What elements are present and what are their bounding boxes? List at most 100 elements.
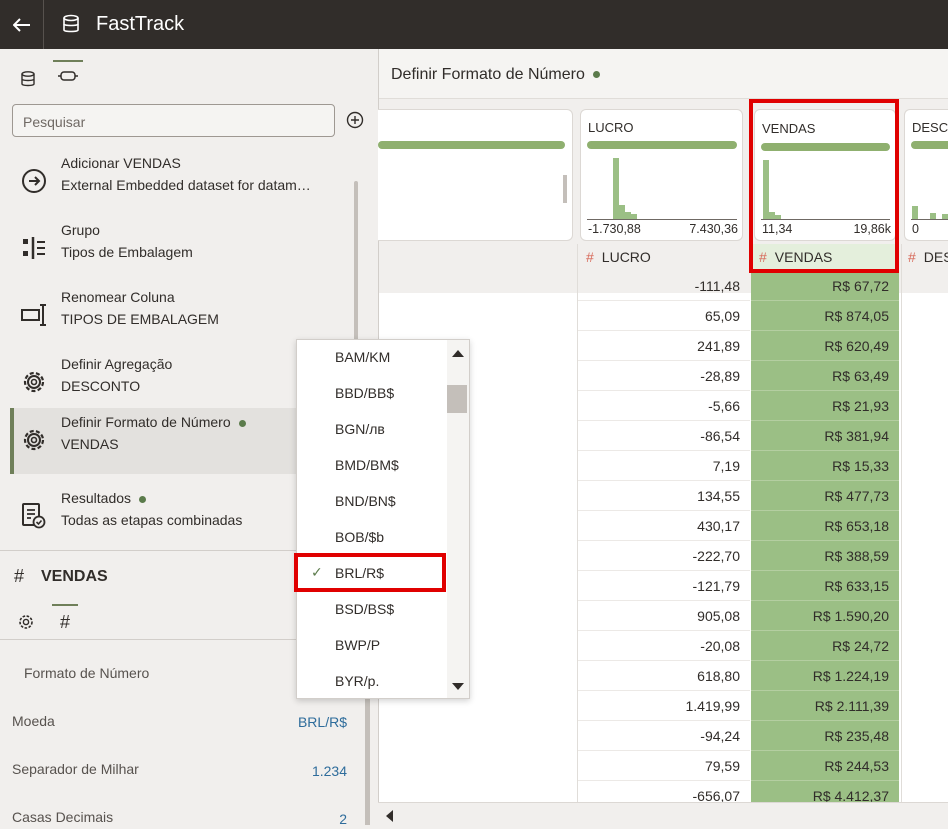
step-subtitle: DESCONTO (61, 378, 141, 394)
scroll-down-icon[interactable] (452, 683, 464, 690)
card-column-name: LUCRO (588, 120, 634, 135)
table-cell-vendas: R$ 24,72 (751, 631, 899, 661)
histogram-bar (912, 206, 918, 219)
number-column-hash-icon: # (14, 566, 25, 586)
step-group[interactable]: Grupo Tipos de Embalagem (10, 216, 298, 282)
add-step-plus-icon[interactable] (346, 111, 364, 129)
column-header-desconto[interactable]: # DES (902, 244, 948, 270)
search-input[interactable]: Pesquisar (12, 104, 335, 137)
step-title: Adicionar VENDAS (61, 155, 181, 171)
dropdown-option[interactable]: BMD/BM$ (297, 448, 447, 484)
vendas-column-cells: R$ 67,72 R$ 874,05 R$ 620,49 R$ 63,49 R$ 21,… (751, 271, 899, 811)
histogram-axis (587, 219, 737, 220)
step-title: Grupo (61, 222, 100, 238)
step-set-aggregation[interactable]: Definir Agregação DESCONTO (10, 350, 298, 416)
selected-column-name: VENDAS (41, 568, 108, 585)
table-cell-lucro: -121,79 (578, 571, 750, 601)
dropdown-option[interactable]: BWP/P (297, 628, 447, 664)
dropdown-option[interactable]: BAM/KM (297, 340, 447, 376)
dropdown-option-label: BAM/KM (335, 349, 391, 365)
number-format-tab[interactable]: # (52, 604, 78, 634)
table-cell-lucro: 7,19 (578, 451, 750, 481)
profile-card-desconto[interactable]: DESCO 0 (904, 109, 948, 241)
column-header-lucro[interactable]: # LUCRO (578, 244, 750, 270)
column-divider (901, 244, 902, 804)
table-cell-lucro: -222,70 (578, 541, 750, 571)
thousands-separator-value-link[interactable]: 1.234 (312, 763, 347, 779)
table-cell-vendas: R$ 653,18 (751, 511, 899, 541)
dropdown-option-label: BSD/BS$ (335, 601, 395, 617)
decimal-places-label: Casas Decimais (12, 809, 114, 825)
step-subtitle: Tipos de Embalagem (61, 244, 193, 260)
card-max-value: 7.430,36 (689, 222, 738, 236)
dropdown-option[interactable]: BBD/BB$ (297, 376, 447, 412)
dropdown-option[interactable]: BGN/лв (297, 412, 447, 448)
table-cell-lucro: -28,89 (578, 361, 750, 391)
steps-icon (58, 71, 78, 81)
steps-tab[interactable] (53, 60, 83, 90)
number-format-section-title: Formato de Número (24, 665, 150, 681)
table-cell-vendas: R$ 381,94 (751, 421, 899, 451)
scroll-up-icon[interactable] (452, 350, 464, 357)
quality-bar (587, 141, 737, 149)
step-results[interactable]: Resultados Todas as etapas combinadas (10, 484, 298, 550)
currency-dropdown-list[interactable]: BAM/KM BBD/BB$ BGN/лв BMD/BM$ BND/BN$ BOB/$b ✓… (296, 339, 470, 699)
card-scrollbar (563, 175, 567, 203)
profile-card-prev[interactable] (378, 109, 573, 241)
profile-card-lucro[interactable]: LUCRO -1.730,88 7.430,36 (580, 109, 743, 241)
table-cell-lucro: -94,24 (578, 721, 750, 751)
preview-header: Definir Formato de Número (379, 49, 948, 99)
dropdown-option-label: BYR/p. (335, 673, 380, 689)
dropdown-option-label: BMD/BM$ (335, 457, 399, 473)
data-tab-database-icon[interactable] (18, 70, 38, 88)
step-title-text: Definir Formato de Número (61, 414, 231, 430)
dropdown-option-label: BOB/$b (335, 529, 385, 545)
step-title: Resultados (61, 490, 147, 506)
table-cell-vendas: R$ 2.111,39 (751, 691, 899, 721)
table-cell-vendas: R$ 244,53 (751, 751, 899, 781)
dropdown-option[interactable]: BSD/BS$ (297, 592, 447, 628)
dropdown-option-label: BGN/лв (335, 421, 385, 437)
back-button[interactable] (0, 0, 44, 49)
dropdown-scroll-thumb[interactable] (447, 385, 467, 413)
back-arrow-icon (12, 17, 30, 32)
step-title: Renomear Coluna (61, 289, 175, 305)
table-cell-lucro: 79,59 (578, 751, 750, 781)
table-cell-lucro: -86,54 (578, 421, 750, 451)
table-cell-lucro: 430,17 (578, 511, 750, 541)
group-icon (23, 237, 45, 259)
dropdown-option-label: BWP/P (335, 637, 381, 653)
quality-bar (911, 141, 948, 149)
dropdown-option[interactable]: BND/BN$ (297, 484, 447, 520)
table-cell-vendas: R$ 1.590,20 (751, 601, 899, 631)
table-cell-vendas: R$ 620,49 (751, 331, 899, 361)
table-cell-vendas: R$ 477,73 (751, 481, 899, 511)
scroll-left-icon[interactable] (386, 810, 393, 822)
gear-icon (23, 371, 45, 393)
table-cell-lucro: -20,08 (578, 631, 750, 661)
step-add-vendas[interactable]: Adicionar VENDAS External Embedded datas… (10, 149, 311, 215)
decimal-places-value-link[interactable]: 2 (339, 811, 347, 827)
currency-value-link[interactable]: BRL/R$ (298, 714, 347, 730)
quality-bar (378, 141, 565, 149)
top-bar: FastTrack (0, 0, 948, 49)
card-min-value: 0 (912, 222, 919, 236)
dropdown-option[interactable]: BOB/$b (297, 520, 447, 556)
step-set-number-format[interactable]: Definir Formato de Número VENDAS (10, 408, 298, 474)
step-rename-column[interactable]: Renomear Coluna TIPOS DE EMBALAGEM (10, 283, 298, 349)
dropdown-option[interactable]: BYR/p. (297, 664, 447, 698)
general-tab-gear-icon[interactable] (18, 614, 34, 630)
table-cell-lucro: 905,08 (578, 601, 750, 631)
step-subtitle: External Embedded dataset for datam… (61, 177, 311, 193)
dropdown-scrollbar[interactable] (447, 340, 469, 698)
horizontal-scrollbar[interactable] (378, 802, 948, 829)
rename-column-icon (21, 304, 46, 326)
card-min-value: -1.730,88 (588, 222, 641, 236)
step-title-text: Resultados (61, 490, 132, 506)
number-type-icon: # (586, 249, 594, 265)
database-icon (63, 14, 79, 33)
table-cell-lucro: 65,09 (578, 301, 750, 331)
lucro-column-cells: -111,48 65,09 241,89 -28,89 -5,66 -86,54 7,19 1… (578, 271, 750, 811)
preview-title: Definir Formato de Número (391, 66, 600, 84)
step-title: Definir Agregação (61, 356, 173, 372)
